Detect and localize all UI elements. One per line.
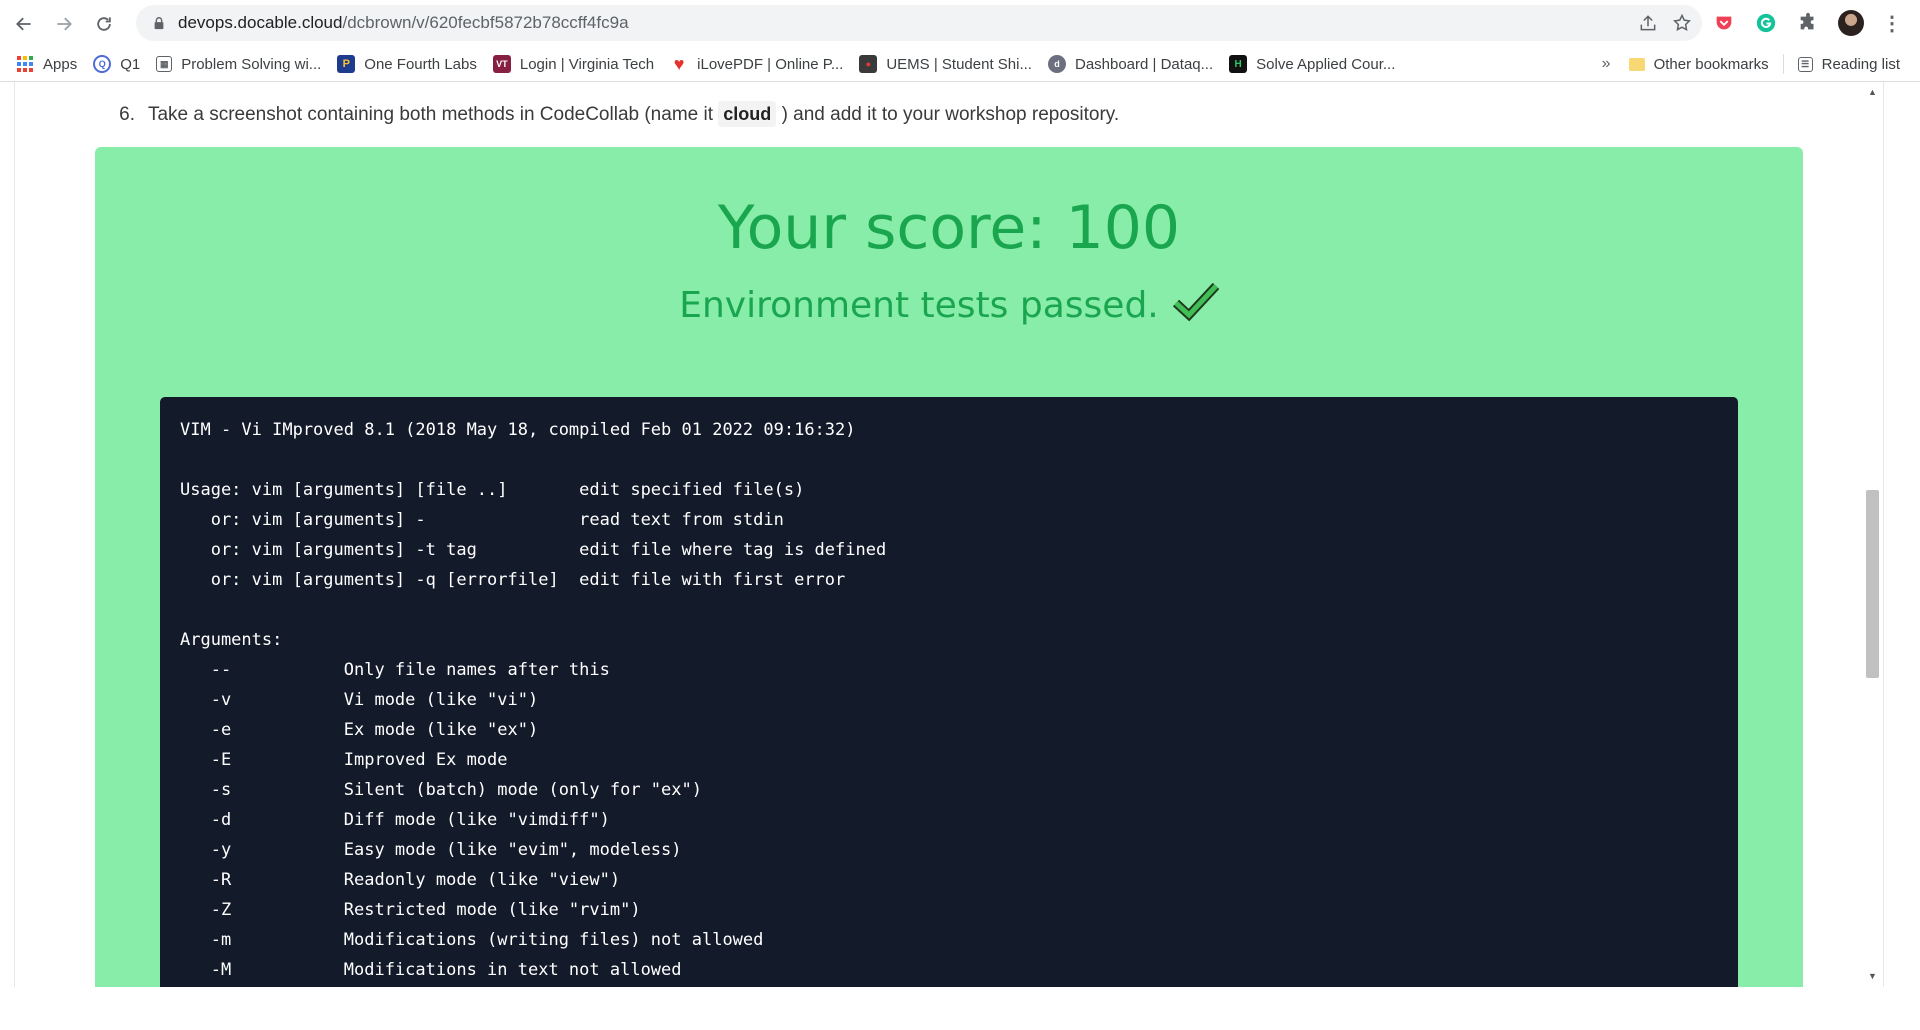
scroll-up-arrow-icon[interactable]: ▲ — [1864, 84, 1881, 101]
score-result-panel: Your score: 100 Environment tests passed… — [95, 147, 1803, 987]
grammarly-extension-icon[interactable] — [1754, 11, 1778, 35]
pocket-extension-icon[interactable] — [1712, 11, 1736, 35]
p-logo-icon: P — [337, 55, 356, 73]
bookmark-virginia-tech[interactable]: VT Login | Virginia Tech — [492, 55, 655, 73]
page-viewport: 6. Take a screenshot containing both met… — [0, 82, 1920, 1030]
bookmark-label: Login | Virginia Tech — [519, 55, 655, 73]
dataq-icon: d — [1047, 55, 1066, 73]
bookmark-uems[interactable]: ● UEMS | Student Shi... — [859, 55, 1032, 73]
bookmark-label: One Fourth Labs — [364, 55, 477, 73]
bookmark-hackerrank[interactable]: H Solve Applied Cour... — [1229, 55, 1395, 73]
extensions-area: ⋮ — [1712, 5, 1902, 41]
back-button[interactable] — [6, 6, 42, 42]
score-heading: Your score: 100 — [717, 193, 1181, 263]
bookmark-label: UEMS | Student Shi... — [886, 55, 1032, 73]
bookmarks-bar: Apps Q Q1 ▦ Problem Solving wi... P One … — [0, 47, 1920, 82]
step-text-before: Take a screenshot containing both method… — [147, 104, 713, 125]
heart-icon: ♥ — [673, 53, 685, 74]
step-text-after: ) and add it to your workshop repository… — [781, 104, 1120, 125]
arrow-left-icon — [16, 17, 31, 30]
apps-grid-icon — [16, 55, 34, 73]
bookmark-dataquest[interactable]: d Dashboard | Dataq... — [1047, 55, 1214, 73]
uems-icon: ● — [859, 55, 878, 73]
bookmark-label: Solve Applied Cour... — [1256, 55, 1396, 73]
inline-code-cloud: cloud — [718, 101, 777, 127]
lock-icon — [154, 17, 164, 30]
page-icon: ▦ — [156, 56, 173, 72]
bookmark-label: Dashboard | Dataq... — [1074, 55, 1214, 73]
tests-passed-line: Environment tests passed. — [95, 281, 1803, 330]
browser-toolbar: devops.docable.cloud/dcbrown/v/620fecbf5… — [0, 0, 1920, 47]
tests-passed-text: Environment tests passed. — [679, 285, 1159, 326]
bookmark-label: Q1 — [120, 55, 141, 73]
terminal-output-text: VIM - Vi IMproved 8.1 (2018 May 18, comp… — [180, 420, 887, 980]
other-bookmarks-label: Other bookmarks — [1653, 55, 1769, 73]
browser-menu-icon[interactable]: ⋮ — [1882, 11, 1902, 36]
bookmark-ilovepdf[interactable]: ♥ iLovePDF | Online P... — [670, 53, 844, 74]
vt-logo-icon: VT — [492, 55, 511, 73]
reload-button[interactable] — [86, 6, 122, 42]
hackerrank-icon: H — [1229, 55, 1248, 73]
terminal-output-block: VIM - Vi IMproved 8.1 (2018 May 18, comp… — [160, 397, 1738, 987]
reload-icon — [97, 16, 111, 31]
bookmark-q1[interactable]: Q Q1 — [93, 55, 140, 73]
bookmarks-divider — [1782, 54, 1784, 74]
vertical-scrollbar[interactable]: ▲ ▼ — [1864, 82, 1881, 987]
step-number: 6. — [119, 104, 135, 125]
omnibox-actions — [1638, 5, 1692, 41]
share-icon[interactable] — [1638, 13, 1658, 33]
puzzle-extensions-icon[interactable] — [1796, 11, 1820, 35]
checkmark-icon — [1172, 281, 1220, 330]
bookmark-label: Problem Solving wi... — [181, 55, 322, 73]
reading-list-icon: ☰ — [1797, 56, 1813, 72]
bookmark-one-fourth-labs[interactable]: P One Fourth Labs — [337, 55, 477, 73]
url-path: /dcbrown/v/620fecbf5872b78ccff4fc9a — [342, 13, 629, 32]
bookmarks-right: » Other bookmarks ☰ Reading list — [1602, 47, 1920, 81]
reading-list-label: Reading list — [1821, 55, 1900, 73]
content-frame: 6. Take a screenshot containing both met… — [14, 82, 1884, 987]
q1-icon: Q — [93, 55, 112, 73]
profile-avatar[interactable] — [1838, 10, 1864, 36]
other-bookmarks[interactable]: Other bookmarks — [1628, 55, 1769, 73]
scroll-down-arrow-icon[interactable]: ▼ — [1864, 968, 1881, 985]
bookmark-apps[interactable]: Apps — [16, 55, 77, 73]
forward-button[interactable] — [46, 6, 82, 42]
bookmark-label: iLovePDF | Online P... — [697, 55, 844, 73]
arrow-right-icon — [57, 17, 72, 30]
folder-icon — [1628, 57, 1645, 71]
bookmark-label: Apps — [43, 55, 78, 73]
address-bar[interactable]: devops.docable.cloud/dcbrown/v/620fecbf5… — [136, 5, 1702, 41]
url-host: devops.docable.cloud — [178, 13, 343, 32]
more-bookmarks-chevron-icon[interactable]: » — [1602, 55, 1611, 73]
scrollbar-thumb[interactable] — [1866, 490, 1879, 678]
reading-list[interactable]: ☰ Reading list — [1797, 55, 1900, 73]
bookmark-problem-solving[interactable]: ▦ Problem Solving wi... — [156, 56, 321, 73]
instruction-step: 6. Take a screenshot containing both met… — [107, 101, 1120, 127]
bookmark-star-icon[interactable] — [1672, 13, 1692, 33]
url-text: devops.docable.cloud/dcbrown/v/620fecbf5… — [178, 13, 629, 33]
